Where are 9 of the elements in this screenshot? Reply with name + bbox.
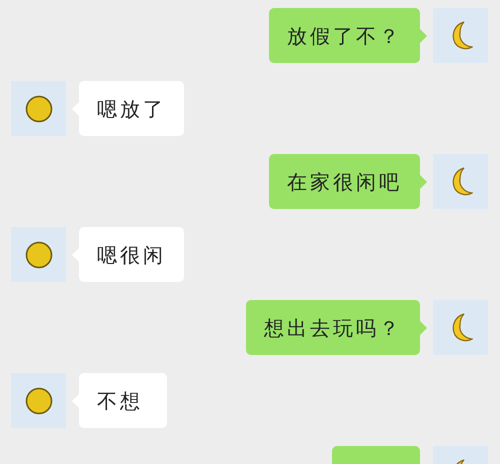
avatar[interactable] bbox=[433, 8, 488, 63]
avatar[interactable] bbox=[11, 373, 66, 428]
avatar[interactable] bbox=[11, 227, 66, 282]
avatar[interactable] bbox=[433, 154, 488, 209]
avatar-circle-icon bbox=[24, 386, 52, 414]
avatar-circle-icon bbox=[24, 94, 52, 122]
avatar-circle-icon bbox=[24, 240, 52, 268]
avatar[interactable] bbox=[11, 81, 66, 136]
avatar[interactable] bbox=[433, 300, 488, 355]
